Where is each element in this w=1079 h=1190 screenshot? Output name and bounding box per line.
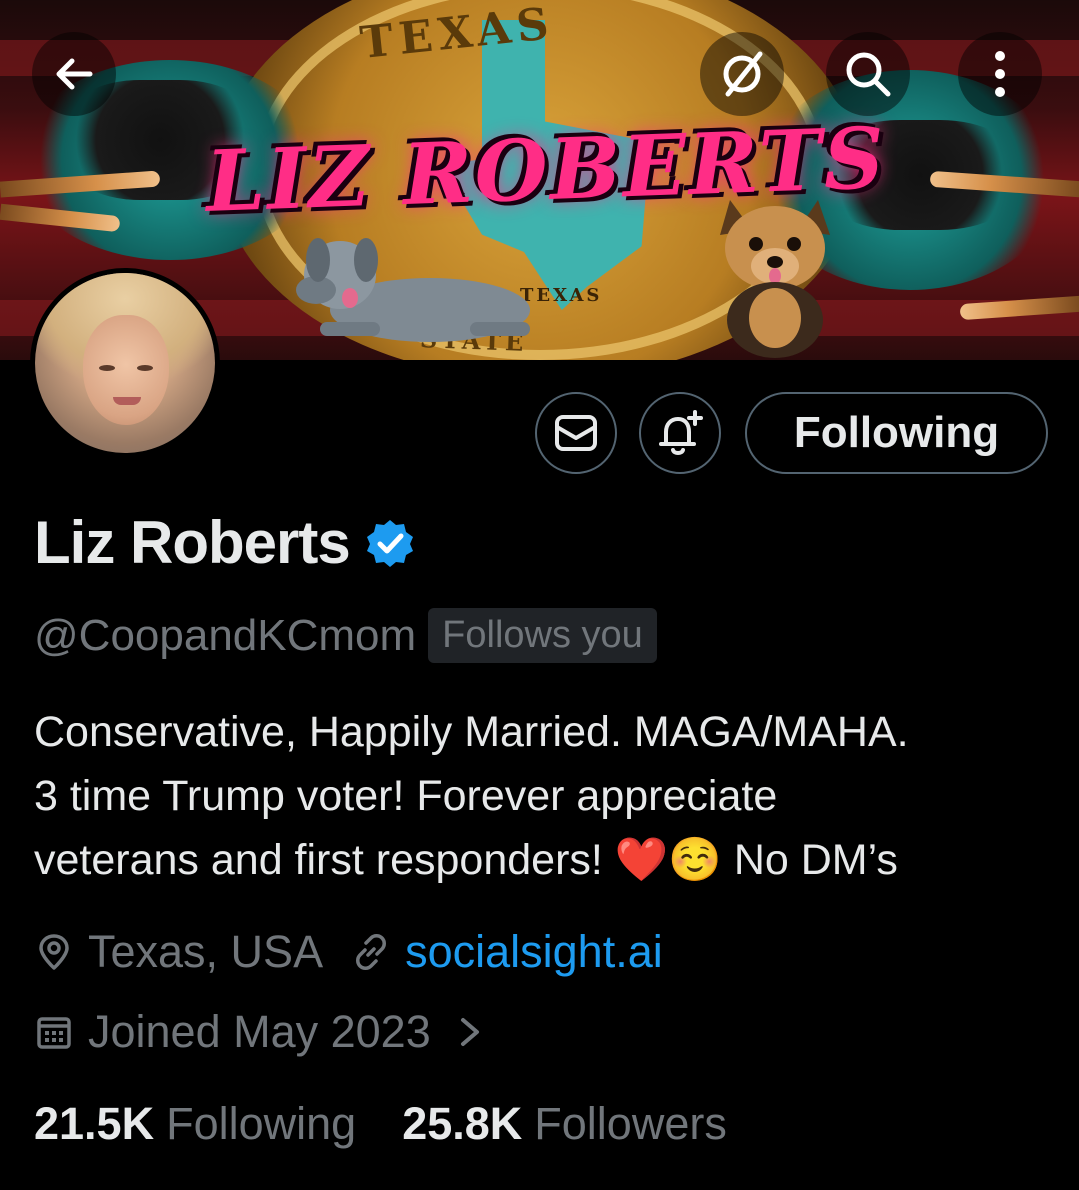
joined-date: Joined May 2023 xyxy=(88,1006,431,1057)
grok-button[interactable] xyxy=(700,32,784,116)
verified-badge-icon[interactable] xyxy=(364,517,416,569)
bell-plus-icon xyxy=(659,410,703,455)
calendar-icon xyxy=(37,1017,71,1049)
bio-emoji: ❤️☺️ xyxy=(614,835,722,885)
search-icon xyxy=(846,52,891,97)
location: Texas, USA xyxy=(88,926,324,977)
bio: Conservative, Happily Married. MAGA/MAHA… xyxy=(34,700,1054,892)
notifications-button[interactable] xyxy=(639,392,721,474)
more-button[interactable] xyxy=(958,32,1042,116)
followers-label: Followers xyxy=(534,1098,727,1149)
bio-line-last: veterans and first responders! ❤️☺️ No D… xyxy=(34,828,1054,892)
yorkie-dog-illustration xyxy=(720,200,830,358)
link-icon xyxy=(356,934,387,970)
following-label: Following xyxy=(166,1098,357,1149)
following-stat[interactable]: 21.5K Following xyxy=(34,1098,356,1150)
followers-count: 25.8K xyxy=(402,1098,523,1149)
location-website-row: Texas, USA socialsight.ai xyxy=(34,926,663,978)
grey-dog-illustration xyxy=(296,238,530,342)
more-vertical-icon xyxy=(995,51,1005,97)
message-button[interactable] xyxy=(535,392,617,474)
following-button[interactable]: Following xyxy=(745,392,1048,474)
back-button[interactable] xyxy=(32,32,116,116)
joined-row[interactable]: Joined May 2023 xyxy=(34,1006,499,1058)
handle: @CoopandKCmom xyxy=(34,610,417,660)
chevron-right-icon xyxy=(460,1018,479,1046)
bio-line: veterans and first responders! xyxy=(34,836,615,884)
display-name: Liz Roberts xyxy=(34,509,351,576)
location-pin-icon xyxy=(39,934,69,970)
follow-stats: 21.5K Following 25.8K Followers xyxy=(34,1098,727,1150)
bio-line: Conservative, Happily Married. MAGA/MAHA… xyxy=(34,708,909,756)
handle-row: @CoopandKCmom Follows you xyxy=(34,608,657,663)
avatar[interactable] xyxy=(30,268,220,458)
display-name-row: Liz Roberts xyxy=(34,508,416,577)
arrow-left-icon xyxy=(56,58,93,90)
envelope-icon xyxy=(555,415,597,451)
followers-stat[interactable]: 25.8K Followers xyxy=(402,1098,727,1150)
following-count: 21.5K xyxy=(34,1098,155,1149)
bio-tail: No DM’s xyxy=(721,836,898,884)
search-button[interactable] xyxy=(826,32,910,116)
follows-you-badge: Follows you xyxy=(428,608,657,663)
avatar-photo xyxy=(35,273,215,453)
bio-line: 3 time Trump voter! Forever appreciate xyxy=(34,772,778,820)
grok-icon xyxy=(723,51,763,97)
website-link[interactable]: socialsight.ai xyxy=(405,926,663,978)
